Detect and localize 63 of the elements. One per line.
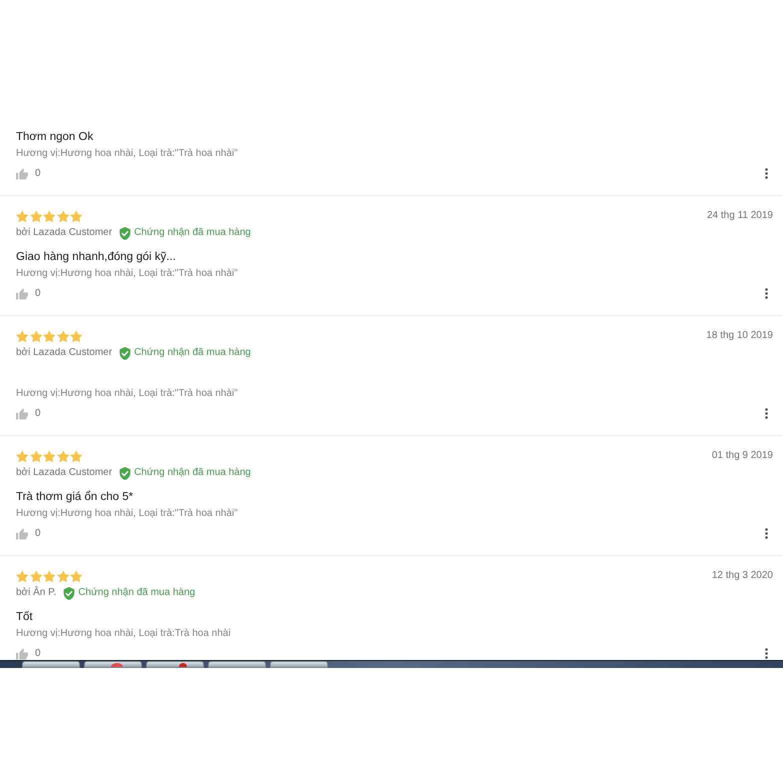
star-icon bbox=[30, 330, 42, 342]
star-icon bbox=[56, 450, 69, 462]
taskbar-button[interactable] bbox=[22, 661, 80, 668]
kebab-menu-icon[interactable] bbox=[765, 528, 768, 539]
star-icon bbox=[16, 450, 28, 462]
star-icon bbox=[56, 570, 69, 582]
like-button[interactable]: 0 bbox=[16, 527, 41, 540]
review-author: bởi Lazada Customer bbox=[16, 226, 112, 240]
review-author: bởi Ân P. bbox=[16, 586, 56, 600]
star-icon bbox=[30, 570, 42, 582]
verified-purchase-label: Chứng nhận đã mua hàng bbox=[134, 346, 251, 360]
kebab-menu-icon[interactable] bbox=[765, 168, 768, 179]
product-variant: Hương vị:Hương hoa nhài, Loại trà:Trà hoa nhài bbox=[16, 627, 232, 641]
star-icon bbox=[70, 210, 82, 222]
product-variant: Hương vị:Hương hoa nhài, Loại trà:"Trà hoa nhài" bbox=[16, 267, 239, 281]
like-button[interactable]: 0 bbox=[16, 167, 41, 180]
star-icon bbox=[56, 210, 69, 222]
star-icon bbox=[16, 210, 28, 222]
star-icon bbox=[16, 570, 28, 582]
review-date: 24 thg 11 2019 bbox=[707, 209, 773, 223]
taskbar-button[interactable] bbox=[270, 661, 328, 668]
star-icon bbox=[43, 330, 56, 342]
thumbs-up-icon bbox=[16, 408, 28, 420]
star-icon bbox=[30, 450, 42, 462]
product-variant: Hương vị:Hương hoa nhài, Loại trà:"Trà hoa nhài" bbox=[16, 387, 239, 401]
star-icon bbox=[56, 330, 69, 342]
thumbs-up-icon bbox=[16, 648, 28, 660]
kebab-menu-icon[interactable] bbox=[765, 648, 768, 659]
like-button[interactable]: 0 bbox=[16, 647, 41, 660]
product-variant: Hương vị:Hương hoa nhài, Loại trà:"Trà hoa nhài" bbox=[16, 507, 239, 521]
kebab-menu-icon[interactable] bbox=[765, 288, 768, 299]
like-button[interactable]: 0 bbox=[16, 287, 41, 300]
review-author: bởi Lazada Customer bbox=[16, 466, 112, 480]
app-icon bbox=[179, 662, 187, 667]
review-text: Giao hàng nhanh,đóng gói kỹ... bbox=[16, 250, 177, 265]
like-button[interactable]: 0 bbox=[16, 407, 41, 420]
product-variant: Hương vị:Hương hoa nhài, Loại trà:"Trà hoa nhài" bbox=[16, 147, 239, 161]
star-icon bbox=[43, 450, 56, 462]
thumbs-up-icon bbox=[16, 528, 28, 540]
review-text: Trà thơm giá ổn cho 5* bbox=[16, 490, 134, 505]
review-author: bởi Lazada Customer bbox=[16, 346, 112, 360]
taskbar-button[interactable] bbox=[146, 661, 204, 668]
verified-purchase-label: Chứng nhận đã mua hàng bbox=[134, 226, 251, 240]
star-icon bbox=[30, 210, 42, 222]
star-icon bbox=[70, 330, 82, 342]
verified-purchase-label: Chứng nhận đã mua hàng bbox=[134, 466, 251, 480]
app-icon bbox=[111, 663, 123, 667]
taskbar-button[interactable] bbox=[208, 661, 266, 668]
verified-purchase-label: Chứng nhận đã mua hàng bbox=[78, 586, 196, 600]
star-icon bbox=[70, 570, 82, 582]
review-date: 01 thg 9 2019 bbox=[712, 449, 773, 463]
review-text: Tốt bbox=[16, 610, 34, 625]
star-icon bbox=[43, 210, 56, 222]
star-icon bbox=[43, 570, 56, 582]
review-text: Thơm ngon Ok bbox=[16, 130, 94, 145]
thumbs-up-icon bbox=[16, 168, 28, 180]
thumbs-up-icon bbox=[16, 288, 28, 300]
star-icon bbox=[16, 330, 28, 342]
kebab-menu-icon[interactable] bbox=[765, 408, 768, 419]
star-icon bbox=[70, 450, 82, 462]
review-date: 12 thg 3 2020 bbox=[712, 569, 773, 583]
review-date: 18 thg 10 2019 bbox=[706, 329, 773, 343]
taskbar-button[interactable] bbox=[84, 661, 142, 668]
